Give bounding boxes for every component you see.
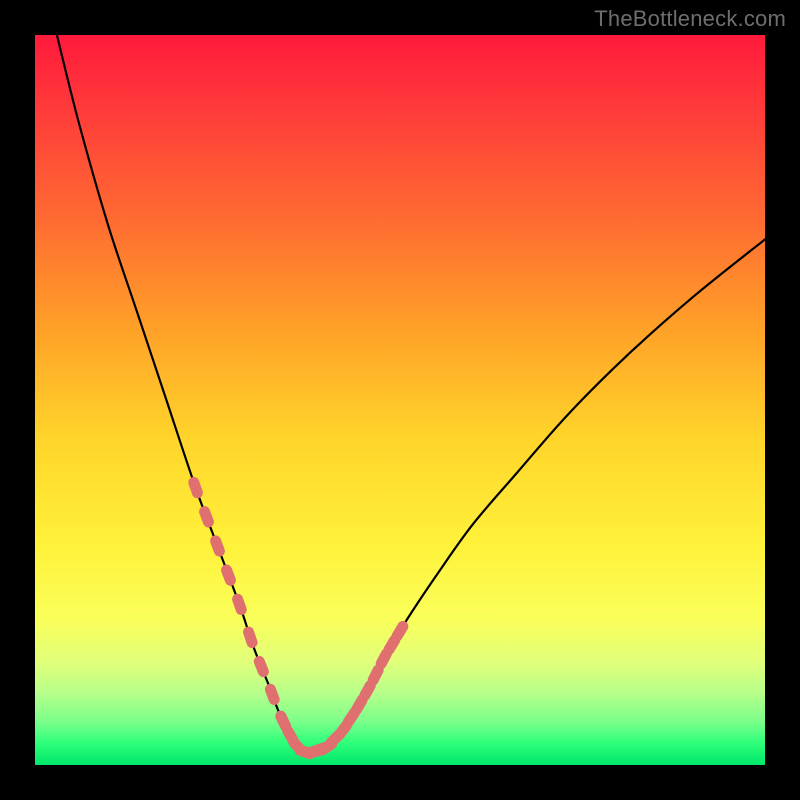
curve-marker [231,592,249,616]
bottleneck-curve-path [57,35,765,753]
chart-frame: TheBottleneck.com [0,0,800,800]
curve-marker [187,475,205,499]
curve-marker [219,563,237,587]
watermark-text: TheBottleneck.com [594,6,786,32]
curve-marker [242,625,259,649]
marker-layer [187,475,411,760]
curve-marker [263,682,281,706]
curve-svg [35,35,765,765]
curve-marker [197,505,215,529]
curve-marker [208,534,226,558]
plot-area [35,35,765,765]
curve-marker [252,654,270,679]
